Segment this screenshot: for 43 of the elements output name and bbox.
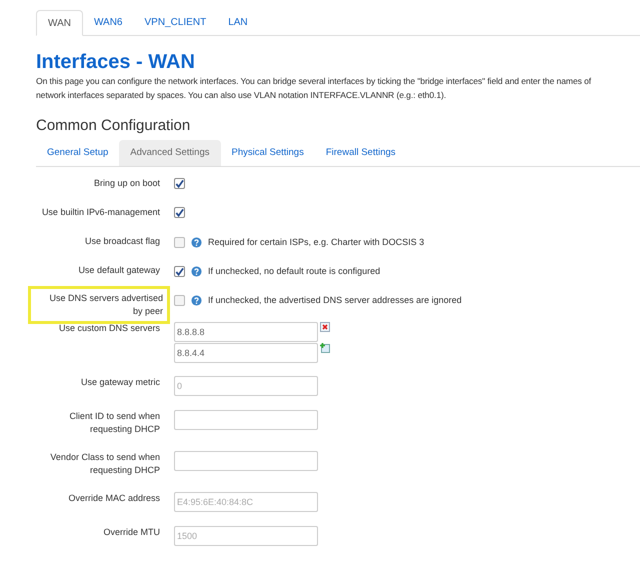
help-text: If unchecked, the advertised DNS server addresses are ignored — [208, 294, 462, 307]
section-title: Common Configuration — [36, 116, 192, 136]
help-text: If unchecked, no default route is configured — [208, 265, 380, 278]
tab[interactable]: Firewall Settings — [314, 140, 407, 166]
input-field[interactable]: 0 — [174, 376, 318, 396]
tab[interactable]: LAN — [217, 10, 259, 35]
help-icon — [191, 266, 202, 278]
remove-icon[interactable] — [320, 322, 330, 332]
help-text: Required for certain ISPs, e.g. Charter with DOCSIS 3 — [208, 236, 424, 249]
field-label: Use DNS servers advertised by peer — [48, 292, 163, 318]
field-label: Use gateway metric — [80, 376, 160, 389]
checkbox[interactable] — [174, 207, 185, 218]
help-icon — [191, 237, 202, 248]
field-label: Override MTU — [102, 526, 160, 539]
field-label: Use custom DNS servers — [58, 322, 160, 335]
field-label: Override MAC address — [67, 492, 160, 505]
input-field[interactable] — [174, 410, 318, 430]
field-label: Use builtin IPv6-management — [40, 206, 160, 219]
field-label: Use default gateway — [77, 264, 160, 277]
field-label: Bring up on boot — [92, 177, 160, 190]
tab[interactable]: WAN — [36, 10, 83, 36]
description-text: network interfaces separated by spaces. You can also use VLAN notation INTERFACE.VLANNR (e.g.: eth0.1). — [36, 89, 448, 102]
field-label: Use broadcast flag — [84, 235, 160, 248]
tab[interactable]: Physical Settings — [220, 140, 315, 166]
page-title: Interfaces - WAN — [36, 50, 196, 74]
help-icon — [191, 295, 202, 306]
input-field[interactable]: 8.8.8.8 — [174, 322, 318, 342]
description-text: On this page you can configure the network interfaces. You can bridge several interfaces by ticking the "bridge interfaces" field and enter the names of — [36, 75, 592, 88]
input-field[interactable]: 1500 — [174, 526, 318, 546]
tab[interactable]: WAN6 — [82, 10, 134, 35]
tab[interactable]: Advanced Settings — [119, 140, 220, 166]
field-label: Vendor Class to send when requesting DHCP — [49, 451, 160, 477]
input-field[interactable]: 8.8.4.4 — [174, 343, 318, 363]
checkbox[interactable] — [174, 178, 185, 189]
tab[interactable]: General Setup — [36, 140, 120, 166]
field-label: Client ID to send when requesting DHCP — [68, 410, 160, 436]
checkbox[interactable] — [174, 237, 185, 248]
checkbox[interactable] — [174, 295, 185, 306]
input-field[interactable] — [174, 451, 318, 471]
tab[interactable]: VPN_CLIENT — [134, 10, 218, 35]
add-icon[interactable] — [320, 343, 330, 353]
checkbox[interactable] — [174, 266, 185, 278]
input-field[interactable]: E4:95:6E:40:84:8C — [174, 492, 318, 512]
